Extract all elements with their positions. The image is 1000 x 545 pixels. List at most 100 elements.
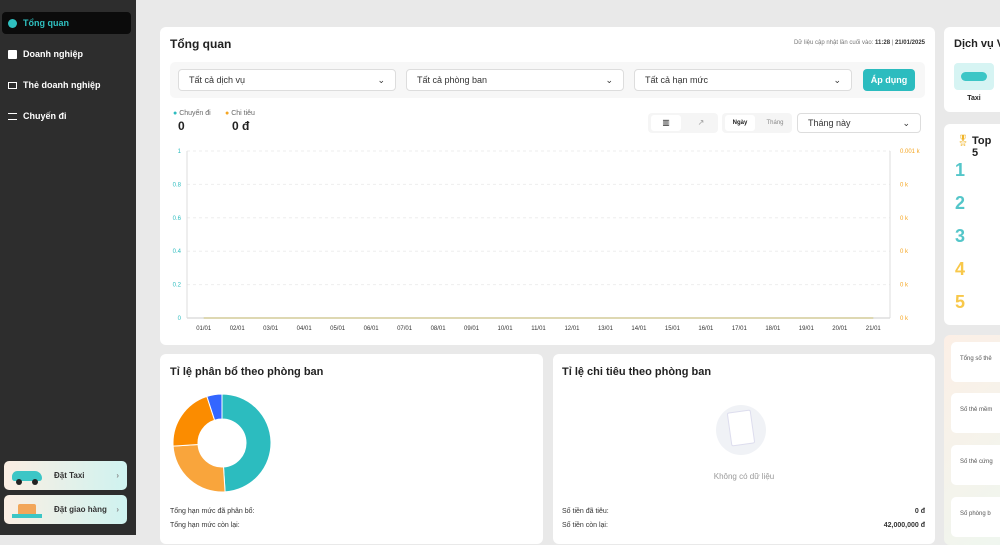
legend-dot-icon: ●: [225, 110, 230, 117]
remaining-value: 42,000,000 đ: [883, 522, 925, 529]
stat-label: Chuyến đi: [179, 110, 211, 117]
y-tick-right: 0 k: [900, 283, 909, 289]
taxi-car-icon: [961, 72, 987, 81]
tab-day[interactable]: Ngày: [725, 115, 755, 131]
sidebar-item-label: Tổng quan: [23, 18, 69, 28]
select-value: Tất cả phòng ban: [417, 75, 488, 85]
last-updated-date: 21/01/2025: [894, 40, 925, 46]
empty-state-text: Không có dữ liệu: [713, 472, 775, 481]
sidebar-item-trips[interactable]: Chuyến đi: [2, 105, 131, 127]
y-tick-left: 1: [178, 149, 182, 155]
x-tick: 06/01: [364, 326, 380, 332]
briefcase-icon: [8, 49, 17, 59]
virtual-cards-stat: Số thẻ mềm: [951, 393, 1000, 433]
x-tick: 11/01: [531, 326, 546, 332]
stat-spend: ● Chi tiêu 0 đ: [225, 110, 255, 133]
x-tick: 07/01: [397, 326, 413, 332]
donut-slice-0: [221, 393, 272, 493]
chevron-down-icon: ⌄: [605, 74, 613, 85]
apply-button[interactable]: Áp dụng: [863, 69, 915, 91]
x-tick: 13/01: [598, 326, 614, 332]
book-delivery-button[interactable]: Đặt giao hàng ›: [4, 495, 127, 524]
period-select[interactable]: Tháng này ⌄: [797, 113, 921, 133]
x-tick: 12/01: [564, 326, 580, 332]
sidebar-item-business[interactable]: Doanh nghiệp: [2, 43, 131, 65]
chevron-right-icon: ›: [116, 505, 119, 514]
chevron-down-icon: ⌄: [377, 74, 385, 85]
empty-state-icon: [716, 405, 766, 455]
x-tick: 21/01: [866, 326, 882, 332]
section-title: Tỉ lệ phân bổ theo phòng ban: [170, 366, 324, 378]
spent-value: 0 đ: [914, 508, 925, 515]
department-select[interactable]: Tất cả phòng ban ⌄: [406, 69, 624, 91]
id-card-icon: [8, 81, 17, 89]
y-tick-right: 0.001 k: [900, 149, 921, 155]
rank-2: 2: [955, 193, 966, 213]
line-chart-icon[interactable]: ↗: [688, 115, 714, 131]
pie-chart-icon: [8, 18, 17, 28]
separator: |: [891, 40, 894, 46]
limit-select[interactable]: Tất cả hạn mức ⌄: [634, 69, 852, 91]
x-tick: 03/01: [263, 326, 279, 332]
x-tick: 16/01: [698, 326, 714, 332]
y-tick-left: 0.8: [173, 182, 182, 188]
rank-5: 5: [955, 292, 966, 312]
sidebar-item-label: Doanh nghiệp: [23, 49, 83, 59]
x-tick: 04/01: [297, 326, 313, 332]
stat-value: 0: [178, 119, 185, 133]
y-tick-right: 0 k: [900, 216, 909, 222]
donut-slice-1: [172, 443, 226, 493]
x-tick: 14/01: [631, 326, 647, 332]
sidebar-item-business-card[interactable]: Thẻ doanh nghiệp: [2, 74, 131, 96]
sidebar-item-overview[interactable]: Tổng quan: [2, 12, 131, 34]
x-tick: 02/01: [230, 326, 246, 332]
service-select[interactable]: Tất cả dịch vụ ⌄: [178, 69, 396, 91]
section-title: Tỉ lệ chi tiêu theo phòng ban: [562, 366, 712, 378]
delivery-boxes-icon: [10, 501, 44, 519]
spent-label: Số tiền đã tiêu:: [562, 508, 609, 515]
allocated-label: Tổng hạn mức đã phân bổ:: [170, 508, 255, 515]
promo-label: Đặt giao hàng: [54, 505, 107, 514]
sidebar: Tổng quan Doanh nghiệp Thẻ doanh nghiệp …: [0, 0, 136, 535]
y-tick-left: 0.6: [173, 216, 182, 222]
x-tick: 17/01: [732, 326, 748, 332]
route-icon: [8, 112, 17, 120]
trend-chart: 0 0 k 0.2 0 k 0.4 0 k 0.6 0 k 0.8 0 k 1 0.001 k 01/0…: [173, 149, 921, 332]
total-cards-stat: Tổng số thẻ: [951, 342, 1000, 382]
x-tick: 09/01: [464, 326, 480, 332]
remaining-label: Tổng hạn mức còn lại:: [170, 522, 240, 529]
last-updated-time: 11:28: [875, 40, 891, 46]
x-tick: 08/01: [431, 326, 447, 332]
section-title: Top 5: [972, 135, 992, 159]
service-label: Taxi: [967, 95, 981, 102]
donut-slice-2: [172, 395, 216, 447]
allocation-donut: [172, 393, 272, 493]
page-title: Tổng quan: [170, 37, 232, 51]
y-tick-right: 0 k: [900, 316, 909, 322]
x-tick: 20/01: [832, 326, 848, 332]
select-value: Tháng này: [808, 118, 851, 128]
select-value: Tất cả dịch vụ: [189, 75, 246, 85]
sidebar-item-label: Chuyến đi: [23, 111, 67, 121]
remaining-label: Số tiền còn lại:: [562, 522, 608, 529]
medal-icon: 🎖: [956, 135, 970, 147]
y-tick-right: 0 k: [900, 249, 909, 255]
x-tick: 18/01: [765, 326, 781, 332]
rank-3: 3: [955, 226, 966, 246]
chevron-down-icon: ⌄: [902, 117, 910, 128]
last-updated: Dữ liệu cập nhật lần cuối vào: 11:28 | 2…: [794, 40, 925, 46]
x-tick: 10/01: [498, 326, 514, 332]
chevron-right-icon: ›: [116, 471, 119, 480]
rank-4: 4: [955, 259, 966, 279]
tab-month[interactable]: Tháng: [760, 115, 790, 131]
stat-label: Chi tiêu: [231, 110, 255, 117]
book-taxi-button[interactable]: Đặt Taxi ›: [4, 461, 127, 490]
section-title: Dịch vụ V: [954, 38, 1000, 50]
y-tick-left: 0.4: [173, 249, 182, 255]
service-taxi[interactable]: [954, 63, 994, 90]
departments-stat: Số phòng b: [951, 497, 1000, 537]
chevron-down-icon: ⌄: [833, 74, 841, 85]
bar-chart-icon[interactable]: ▥: [651, 115, 681, 131]
rank-1: 1: [955, 160, 966, 180]
last-updated-label: Dữ liệu cập nhật lần cuối vào:: [793, 40, 874, 46]
